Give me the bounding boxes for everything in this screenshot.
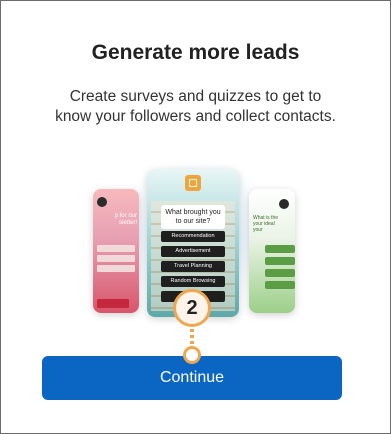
- right-phone-option: [265, 269, 295, 277]
- subtitle-line-2: know your followers and collect contacts…: [55, 108, 336, 125]
- phone-preview-right: What is the your ideal your: [249, 189, 295, 313]
- quiz-question: What brought you to our site?: [161, 205, 225, 229]
- step-connector-line: [190, 329, 194, 347]
- quiz-option: Advertisement: [161, 246, 225, 257]
- step-target-marker: [183, 346, 201, 364]
- right-phone-option: [265, 257, 295, 265]
- left-phone-submit: [97, 299, 129, 308]
- quiz-option: Recommendation: [161, 231, 225, 242]
- right-phone-option: [265, 245, 295, 253]
- brand-logo-icon: [97, 197, 107, 207]
- quiz-option: Travel Planning: [161, 261, 225, 272]
- left-phone-field: [97, 245, 135, 252]
- store-logo-icon: [185, 175, 201, 191]
- dialog-frame: Generate more leads Create surveys and q…: [0, 0, 391, 434]
- left-phone-field: [97, 255, 135, 262]
- brand-logo-icon: [279, 199, 289, 209]
- phone-preview-left: p for our sletter!: [93, 189, 139, 313]
- dialog-title: Generate more leads: [91, 41, 300, 64]
- right-phone-heading: What is the your ideal your: [253, 215, 279, 233]
- step-number-badge: 2: [173, 289, 211, 327]
- left-phone-field: [97, 265, 135, 272]
- dialog-subtitle: Create surveys and quizzes to get to kno…: [31, 87, 360, 127]
- left-phone-heading: p for our sletter!: [114, 213, 137, 226]
- subtitle-line-1: Create surveys and quizzes to get to: [69, 88, 322, 105]
- quiz-option: Random Browsing: [161, 276, 225, 287]
- right-phone-option: [265, 281, 295, 289]
